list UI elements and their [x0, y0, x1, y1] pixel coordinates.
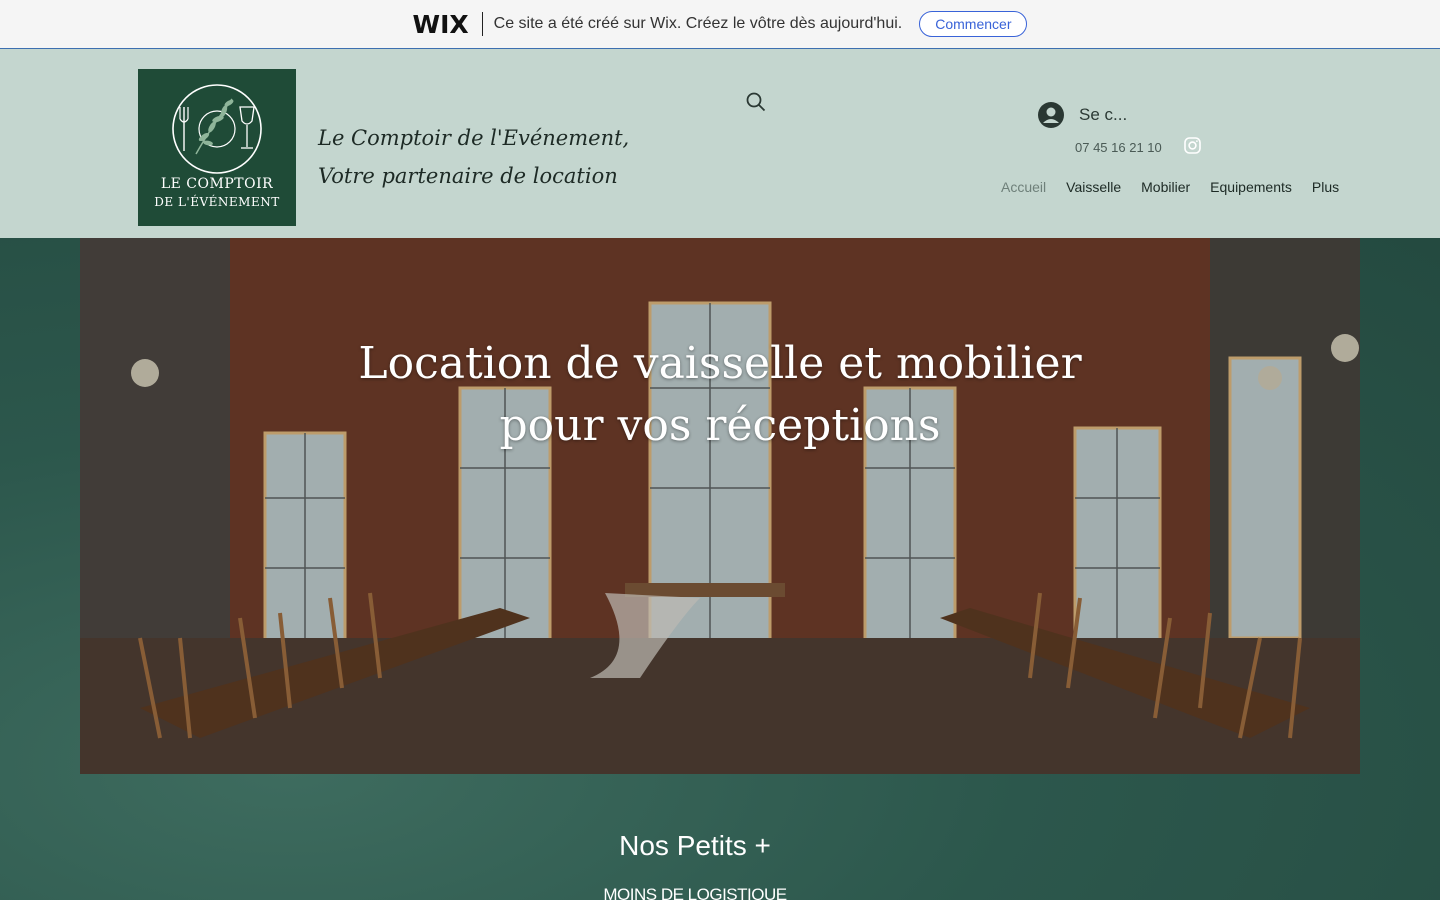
wix-divider — [481, 12, 483, 36]
logo-text-line1: LE COMPTOIR — [160, 176, 274, 192]
wix-banner: WIX Ce site a été créé sur Wix. Créez le… — [0, 0, 1440, 49]
hero-image — [80, 238, 1360, 774]
wix-commencer-button[interactable]: Commencer — [919, 11, 1028, 37]
hero-title-line2: pour vos réceptions — [499, 400, 941, 451]
site-logo[interactable]: LE COMPTOIR DE L'ÉVÉNEMENT — [138, 69, 296, 226]
section-title: Nos Petits + — [619, 830, 771, 861]
site-tagline: Le Comptoir de l'Evénement, Votre parten… — [318, 119, 629, 195]
section-subtitle: MOINS DE LOGISTIQUE — [603, 885, 787, 900]
tagline-line1: Le Comptoir de l'Evénement, — [318, 126, 630, 150]
tagline-line2: Votre partenaire de location — [318, 164, 618, 188]
nav-item-mobilier[interactable]: Mobilier — [1141, 179, 1190, 195]
hero-title-line1: Location de vaisselle et mobilier — [358, 338, 1082, 389]
main-nav: Accueil Vaisselle Mobilier Equipements P… — [1001, 179, 1339, 195]
nav-item-plus[interactable]: Plus — [1312, 179, 1339, 195]
phone-number: 07 45 16 21 10 — [1075, 140, 1162, 155]
logo-text-line2: DE L'ÉVÉNEMENT — [154, 195, 280, 209]
nav-item-accueil[interactable]: Accueil — [1001, 179, 1046, 195]
hero-banner: Location de vaisselle et mobilier pour v… — [80, 238, 1360, 774]
search-icon[interactable] — [745, 91, 767, 113]
nav-item-vaisselle[interactable]: Vaisselle — [1066, 179, 1121, 195]
site-header: LE COMPTOIR DE L'ÉVÉNEMENT Le Comptoir d… — [0, 49, 1440, 238]
instagram-icon[interactable] — [1184, 137, 1201, 154]
hero-title: Location de vaisselle et mobilier pour v… — [80, 333, 1360, 457]
wix-banner-message: Ce site a été créé sur Wix. Créez le vôt… — [493, 15, 903, 32]
login-label: Se c... — [1079, 105, 1128, 124]
nav-item-equipements[interactable]: Equipements — [1210, 179, 1292, 195]
login-button[interactable]: Se c... — [1038, 102, 1127, 128]
wix-logo[interactable]: WIX — [413, 10, 469, 39]
logo-emblem-icon — [172, 84, 262, 174]
user-avatar-icon — [1038, 102, 1064, 128]
